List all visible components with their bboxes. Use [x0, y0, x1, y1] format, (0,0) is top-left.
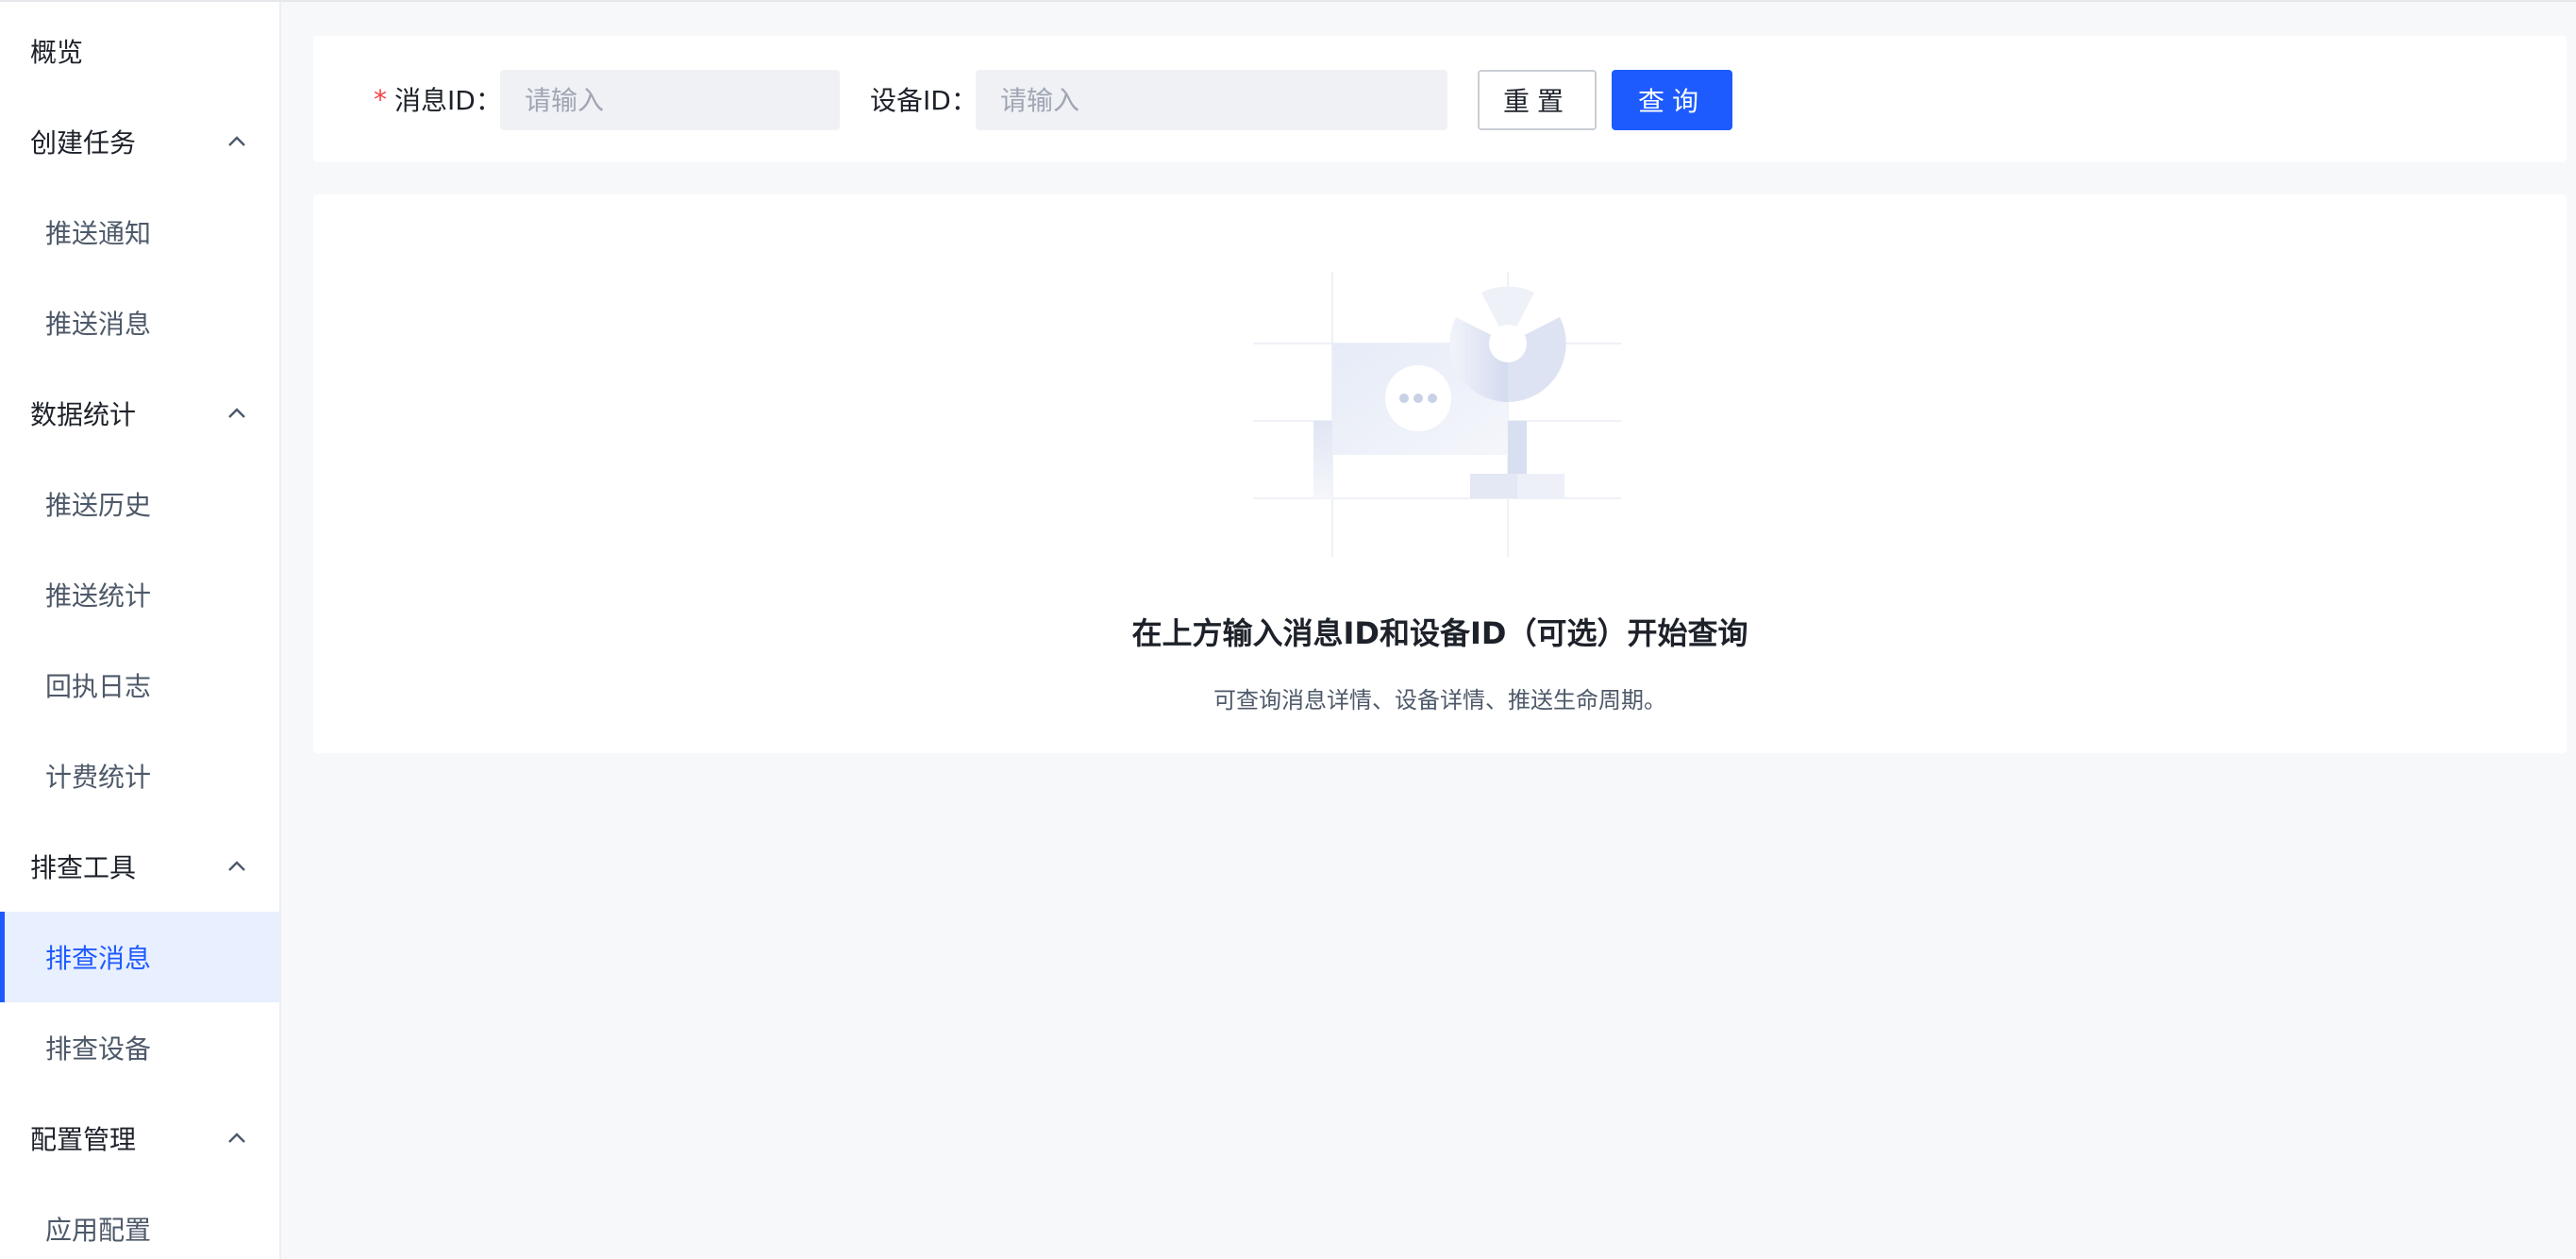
- required-marker: *: [374, 83, 387, 115]
- empty-state-description: 可查询消息详情、设备详情、推送生命周期。: [1213, 687, 1666, 713]
- chevron-up-icon: [226, 131, 247, 152]
- message-id-input[interactable]: [500, 70, 840, 130]
- sidebar-group-create-task[interactable]: 创建任务: [0, 96, 279, 187]
- sidebar-group-label: 排查工具: [30, 852, 137, 883]
- empty-state-illustration: [1253, 272, 1621, 557]
- sidebar-item-label: 排查设备: [45, 1033, 152, 1065]
- sidebar-group-label: 配置管理: [30, 1124, 137, 1155]
- empty-state-title: 在上方输入消息ID和设备ID（可选）开始查询: [1131, 615, 1748, 651]
- message-id-label: * 消息ID：: [374, 36, 502, 162]
- sidebar-item-billing-stats[interactable]: 计费统计: [0, 730, 279, 821]
- sidebar-item-overview[interactable]: 概览: [0, 6, 279, 96]
- chevron-up-icon: [226, 856, 247, 877]
- result-panel: 在上方输入消息ID和设备ID（可选）开始查询 可查询消息详情、设备详情、推送生命…: [313, 194, 2567, 753]
- sidebar-item-label: 回执日志: [45, 671, 152, 702]
- reset-button[interactable]: 重置: [1478, 70, 1597, 130]
- sidebar-item-troubleshoot-message[interactable]: 排查消息: [0, 912, 279, 1002]
- sidebar-item-push-history[interactable]: 推送历史: [0, 459, 279, 549]
- sidebar-item-label: 应用配置: [45, 1215, 152, 1246]
- sidebar-item-push-stats[interactable]: 推送统计: [0, 549, 279, 640]
- sidebar-item-label: 计费统计: [45, 762, 152, 793]
- sidebar-item-push-notification[interactable]: 推送通知: [0, 187, 279, 277]
- chevron-up-icon: [226, 403, 247, 424]
- sidebar-item-app-config[interactable]: 应用配置: [0, 1183, 279, 1259]
- sidebar-group-label: 创建任务: [30, 127, 137, 159]
- sidebar-item-label: 推送消息: [45, 309, 152, 340]
- device-id-label: 设备ID：: [870, 36, 978, 162]
- query-button[interactable]: 查询: [1612, 70, 1732, 130]
- sidebar-group-troubleshoot-tools[interactable]: 排查工具: [0, 821, 279, 912]
- sidebar-group-data-stats[interactable]: 数据统计: [0, 368, 279, 459]
- sidebar-item-label: 推送历史: [45, 490, 152, 521]
- sidebar-item-push-message[interactable]: 推送消息: [0, 277, 279, 368]
- sidebar-item-label: 排查消息: [45, 943, 152, 974]
- sidebar-item-label: 推送通知: [45, 218, 152, 249]
- sidebar: 概览 创建任务 推送通知 推送消息 数据统计 推送历史 推送统计 回执日志 计费…: [0, 2, 281, 1259]
- device-id-label-text: 设备ID：: [870, 85, 978, 116]
- sidebar-group-label: 数据统计: [30, 399, 137, 430]
- sidebar-item-label: 概览: [30, 37, 84, 68]
- sidebar-group-config-management[interactable]: 配置管理: [0, 1093, 279, 1183]
- app-root: 概览 创建任务 推送通知 推送消息 数据统计 推送历史 推送统计 回执日志 计费…: [0, 0, 2576, 1259]
- chevron-up-icon: [226, 1128, 247, 1149]
- sidebar-item-receipt-log[interactable]: 回执日志: [0, 640, 279, 730]
- sidebar-item-label: 推送统计: [45, 580, 152, 612]
- search-form: * 消息ID： 设备ID： 重置 查询: [313, 36, 2567, 162]
- message-id-label-text: 消息ID：: [394, 85, 502, 116]
- device-id-input[interactable]: [976, 70, 1447, 130]
- sidebar-item-troubleshoot-device[interactable]: 排查设备: [0, 1002, 279, 1093]
